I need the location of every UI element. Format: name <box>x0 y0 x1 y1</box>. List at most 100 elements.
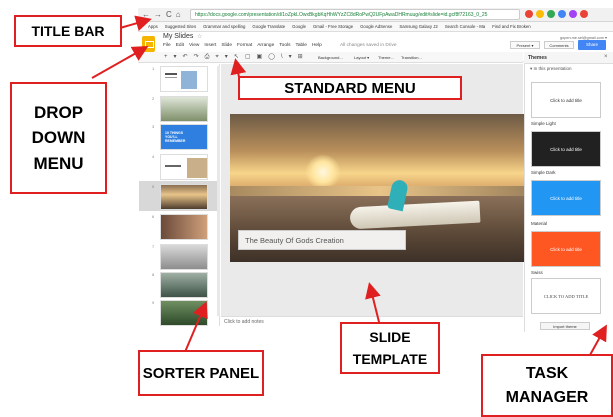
select-icon[interactable]: ↖ <box>234 53 239 62</box>
slide-number: 6 <box>152 214 155 219</box>
bookmark-item[interactable]: Google Translate <box>252 22 285 31</box>
slide-thumbnail[interactable] <box>160 244 208 270</box>
bookmark-item[interactable]: Suggested Sites <box>165 22 196 31</box>
menu-file[interactable]: File <box>163 43 171 48</box>
slide-thumbnail[interactable] <box>160 66 208 92</box>
bookmark-item[interactable]: Google <box>292 22 306 31</box>
extension-icon[interactable] <box>536 10 544 18</box>
comment-icon[interactable]: ⊞ <box>298 53 303 62</box>
textbox-icon[interactable]: ▢ <box>245 53 251 62</box>
theme-name: Swiss <box>531 270 543 275</box>
background-button[interactable]: Background... <box>316 54 345 61</box>
label-task-manager: TASK MANAGER <box>481 354 613 417</box>
bookmark-item[interactable]: Google AdSense <box>360 22 392 31</box>
speaker-notes-placeholder[interactable]: Click to add notes <box>224 319 264 325</box>
bookmark-item[interactable]: Apps <box>148 22 158 31</box>
slide-number: 2 <box>152 96 155 101</box>
menu-arrange[interactable]: Arrange <box>257 43 274 48</box>
theme-name: Simple Dark <box>531 170 556 175</box>
back-icon[interactable]: ← <box>142 9 150 20</box>
extension-icon[interactable] <box>525 10 533 18</box>
menu-slide[interactable]: Slide <box>221 43 232 48</box>
star-icon[interactable]: ☆ <box>197 33 202 40</box>
theme-card-beach-day[interactable]: CLICK TO ADD TITLE <box>531 278 601 314</box>
slide-thumbnail[interactable] <box>160 96 208 122</box>
sun-glow <box>305 154 341 190</box>
save-status: All changes saved in Drive <box>340 43 397 48</box>
home-icon[interactable]: ⌂ <box>176 9 181 20</box>
shape-icon[interactable]: ◯ <box>268 53 275 62</box>
close-icon[interactable]: × <box>604 54 608 60</box>
menu-tools[interactable]: Tools <box>279 43 290 48</box>
extension-icon[interactable] <box>547 10 555 18</box>
zoom-icon[interactable]: ⌖ <box>215 53 218 62</box>
forward-icon[interactable]: → <box>154 9 162 20</box>
theme-card-swiss[interactable]: Click to add title <box>531 231 601 267</box>
redo-icon[interactable]: ↷ <box>194 53 199 62</box>
menu-view[interactable]: View <box>189 43 199 48</box>
label-standard-menu: STANDARD MENU <box>238 76 462 100</box>
menu-table[interactable]: Table <box>295 43 306 48</box>
bookmark-item[interactable]: Search Console - Ma <box>445 22 485 31</box>
bookmark-item[interactable]: Find and Fix Broken <box>492 22 530 31</box>
label-slide-template: SLIDE TEMPLATE <box>340 322 440 374</box>
layout-button[interactable]: Layout ▾ <box>352 54 371 61</box>
chevron-down-icon[interactable]: ▾ <box>174 53 177 62</box>
menu-edit[interactable]: Edit <box>176 43 184 48</box>
menu-help[interactable]: Help <box>312 43 322 48</box>
sea-horizon <box>230 186 530 196</box>
chevron-down-icon[interactable]: ▾ <box>289 53 292 62</box>
slide-thumbnail[interactable] <box>160 272 208 298</box>
label-title-bar: TITLE BAR <box>14 15 122 47</box>
chevron-down-icon[interactable]: ▾ <box>225 53 228 62</box>
document-title[interactable]: My Slides <box>163 33 193 40</box>
slide-thumbnail[interactable]: 10 THINGS YOU'LL REMEMBER <box>160 124 208 150</box>
slide-thumbnail[interactable] <box>160 300 208 326</box>
print-icon[interactable]: ⎙ <box>205 53 210 62</box>
menu-format[interactable]: Format <box>237 43 252 48</box>
undo-icon[interactable]: ↶ <box>183 53 188 62</box>
slide-thumbnail[interactable] <box>160 214 208 240</box>
current-slide[interactable]: The Beauty Of Gods Creation <box>230 114 530 262</box>
import-theme-button[interactable]: Import theme <box>540 322 590 330</box>
screenshot-root: ← → C ⌂ https://docs.google.com/presenta… <box>0 0 613 417</box>
themes-title: Themes <box>528 55 547 61</box>
extension-icon[interactable] <box>558 10 566 18</box>
thumbnail-text: 10 THINGS YOU'LL REMEMBER <box>165 131 186 143</box>
theme-card-material[interactable]: Click to add title <box>531 180 601 216</box>
menu-insert[interactable]: Insert <box>204 43 216 48</box>
slide-thumbnail[interactable] <box>160 154 208 180</box>
bookmarks-bar: Apps Suggested Sites Grammar and spellin… <box>138 22 613 32</box>
slide-number: 8 <box>152 272 155 277</box>
transition-button[interactable]: Transition... <box>399 54 424 61</box>
label-dropdown-menu: DROP DOWN MENU <box>10 82 107 194</box>
slides-logo-icon[interactable] <box>142 36 155 52</box>
present-button[interactable]: Present ▾ <box>510 41 540 49</box>
bookmark-item[interactable]: Gmail - Free Storage <box>313 22 353 31</box>
share-button[interactable]: Share <box>578 40 606 50</box>
extension-icon[interactable] <box>580 10 588 18</box>
slide-title-textbox[interactable]: The Beauty Of Gods Creation <box>238 230 406 250</box>
reload-icon[interactable]: C <box>166 9 172 20</box>
dropdown-menubar: File Edit View Insert Slide Format Arran… <box>163 43 322 48</box>
label-sorter-panel: SORTER PANEL <box>138 350 264 396</box>
slide-number: 1 <box>152 66 155 71</box>
address-bar[interactable]: https://docs.google.com/presentation/d/1… <box>190 9 520 20</box>
sorter-scrollbar[interactable] <box>217 66 220 316</box>
themes-section-label[interactable]: ▾ In this presentation <box>530 66 572 72</box>
toolbar-icons: + ▾ ↶ ↷ ⎙ ⌖ ▾ ↖ ▢ ▣ ◯ \ ▾ ⊞ <box>164 53 303 62</box>
theme-card-simple-dark[interactable]: Click to add title <box>531 131 601 167</box>
comments-button[interactable]: Comments <box>544 41 574 49</box>
theme-name: Material <box>531 221 548 226</box>
slide-thumbnail[interactable] <box>160 184 208 210</box>
extension-icon[interactable] <box>569 10 577 18</box>
bookmark-item[interactable]: Grammar and spelling <box>203 22 245 31</box>
theme-button[interactable]: Theme... <box>376 54 396 61</box>
theme-card-current[interactable]: Click to add title <box>531 82 601 118</box>
slide-number: 4 <box>152 154 155 159</box>
line-icon[interactable]: \ <box>281 53 283 62</box>
new-slide-icon[interactable]: + <box>164 53 168 62</box>
image-icon[interactable]: ▣ <box>257 53 263 62</box>
theme-name: Simple Light <box>531 121 556 126</box>
bookmark-item[interactable]: Samsung Galaxy J2 <box>399 22 437 31</box>
